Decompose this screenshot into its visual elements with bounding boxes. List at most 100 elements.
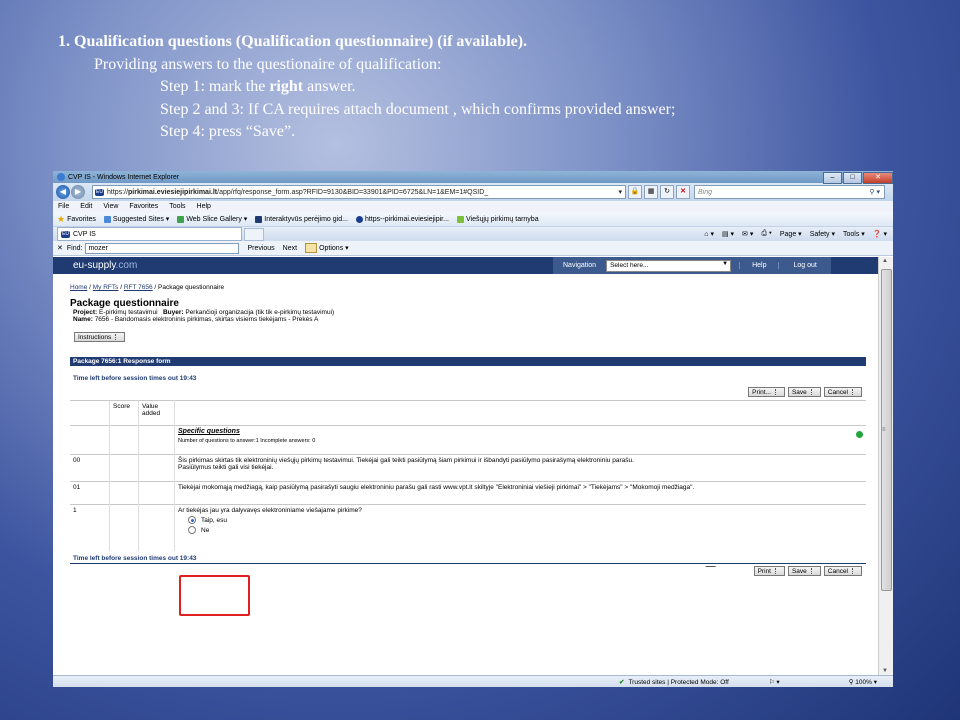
save-button[interactable]: Save bbox=[787, 387, 821, 397]
save-button-bottom[interactable]: Save bbox=[787, 566, 821, 576]
buyer-label: Buyer: bbox=[162, 309, 184, 316]
name-value: 7656 - Bandomasis elektroninis pirkimas,… bbox=[94, 316, 319, 323]
fav-label-4: Viešųjų pirkimų tarnyba bbox=[465, 215, 539, 223]
scroll-down-icon[interactable]: ▼ bbox=[882, 668, 888, 674]
maximize-button[interactable]: □ bbox=[843, 171, 862, 184]
address-dropdown-icon[interactable]: ▾ bbox=[618, 188, 622, 196]
find-options-label: Options ▾ bbox=[319, 244, 349, 252]
divider bbox=[70, 563, 866, 564]
menu-favorites[interactable]: Favorites bbox=[129, 203, 158, 210]
fav-label-2: Interaktyvūs perėjimo gid... bbox=[264, 215, 348, 223]
col-score: Score bbox=[109, 400, 139, 426]
find-label: Find: bbox=[66, 244, 83, 252]
tab-cvp-is[interactable]: EU CVP IS bbox=[57, 227, 242, 241]
step1-pre: Step 1: mark the bbox=[160, 78, 270, 95]
project-value: E-pirkimų testavimui bbox=[99, 309, 158, 316]
slide-step-2-3: Step 2 and 3: If CA requires attach docu… bbox=[160, 100, 676, 118]
logo-main: eu-supply bbox=[73, 260, 116, 271]
tools-menu[interactable]: Tools ▾ bbox=[843, 230, 865, 238]
close-find-icon[interactable]: ✕ bbox=[57, 244, 63, 252]
find-options-button[interactable]: Options ▾ bbox=[305, 243, 349, 253]
name-label: Name: bbox=[73, 316, 93, 323]
find-previous-button[interactable]: Previous bbox=[247, 245, 274, 252]
minimize-button[interactable]: – bbox=[823, 171, 842, 184]
help-icon[interactable]: ❓ ▾ bbox=[873, 230, 887, 238]
address-input[interactable]: EU https://pirkimai.eviesiejipirkimai.lt… bbox=[92, 185, 626, 199]
chevron-down-icon: ▼ bbox=[722, 260, 729, 267]
web-slice-icon bbox=[177, 215, 185, 223]
cancel-button[interactable]: Cancel bbox=[823, 387, 862, 397]
crumb-my-rfts[interactable]: My RFTs bbox=[93, 284, 119, 291]
menu-edit[interactable]: Edit bbox=[80, 203, 92, 210]
crumb-home[interactable]: Home bbox=[70, 284, 87, 291]
col-value-added: Value added bbox=[138, 400, 175, 426]
find-input[interactable]: mozer bbox=[85, 242, 240, 254]
vpt-icon bbox=[456, 215, 464, 223]
security-status: Trusted sites | Protected Mode: Off bbox=[628, 678, 729, 686]
radio-no[interactable] bbox=[188, 526, 196, 534]
zoom-level[interactable]: ⚲ 100% ▾ bbox=[849, 678, 877, 686]
lock-icon[interactable]: 🔒 bbox=[628, 185, 642, 199]
safety-menu[interactable]: Safety ▾ bbox=[810, 230, 835, 238]
help-link[interactable]: Help bbox=[739, 262, 778, 269]
fav-label-1: Web Slice Gallery ▾ bbox=[186, 216, 248, 223]
search-icon[interactable]: ⚲ ▾ bbox=[869, 188, 880, 196]
step1-bold: right bbox=[269, 78, 304, 95]
scroll-up-icon[interactable]: ▲ bbox=[882, 258, 888, 264]
logout-link[interactable]: Log out bbox=[778, 262, 830, 269]
zoom-value: 100% bbox=[855, 679, 872, 686]
eu-icon bbox=[355, 215, 363, 223]
print-button-bottom[interactable]: Print bbox=[753, 566, 785, 576]
home-icon[interactable]: ⌂ ▾ bbox=[704, 230, 714, 238]
menu-tools[interactable]: Tools bbox=[169, 203, 185, 210]
navigation-select[interactable]: Select here... ▼ bbox=[606, 259, 732, 272]
status-bar: ✔ Trusted sites | Protected Mode: Off ⚐ … bbox=[53, 675, 893, 687]
radio-yes[interactable] bbox=[188, 516, 196, 524]
grip-icon bbox=[774, 568, 781, 574]
option-yes-label: Taip, esu bbox=[201, 516, 228, 524]
refresh-icon[interactable]: ↻ bbox=[660, 185, 674, 199]
feeds-icon[interactable]: ▤ ▾ bbox=[722, 230, 734, 238]
questionnaire-table: Score Value added Specific questions Num… bbox=[70, 400, 866, 551]
option-yes[interactable]: Taip, esu bbox=[188, 516, 863, 524]
table-row: 01 Tiekėjai mokomąją medžiagą, kaip pasi… bbox=[70, 481, 866, 505]
close-window-button[interactable]: ✕ bbox=[863, 171, 893, 184]
print-icon[interactable]: ⎙ ▾ bbox=[761, 230, 772, 238]
new-tab-button[interactable] bbox=[244, 227, 264, 241]
search-input[interactable]: Bing ⚲ ▾ bbox=[694, 185, 885, 199]
option-no[interactable]: Ne bbox=[188, 526, 863, 534]
fav-interaktyvus[interactable]: Interaktyvūs perėjimo gid... bbox=[255, 215, 348, 223]
row-text: Šis pirkimas skirtas tik elektroninių vi… bbox=[178, 457, 634, 464]
zone-icon[interactable]: ⚐ ▾ bbox=[769, 678, 780, 686]
vertical-scrollbar[interactable]: ▲ ≡ ▼ bbox=[878, 257, 893, 675]
fav-label-3: https--pirkimai.eviesiejipir... bbox=[364, 215, 449, 223]
crumb-rft[interactable]: RFT 7656 bbox=[124, 284, 153, 291]
navigation-label: Navigation bbox=[563, 262, 597, 269]
table-row: 00 Šis pirkimas skirtas tik elektroninių… bbox=[70, 454, 866, 482]
site-logo[interactable]: eu-supply.com bbox=[53, 260, 553, 271]
menu-view[interactable]: View bbox=[103, 203, 118, 210]
compat-view-icon[interactable]: ▦ bbox=[644, 185, 658, 199]
mail-icon[interactable]: ✉ ▾ bbox=[742, 230, 753, 238]
fav-web-slice[interactable]: Web Slice Gallery ▾ bbox=[177, 215, 247, 223]
specific-questions-heading: Specific questions bbox=[178, 428, 240, 435]
stop-icon[interactable]: ✕ bbox=[676, 185, 690, 199]
fav-vpt[interactable]: Viešųjų pirkimų tarnyba bbox=[456, 215, 539, 223]
window-controls: – □ ✕ bbox=[822, 171, 893, 184]
scroll-grip-icon: ≡ bbox=[882, 427, 886, 433]
fav-suggested-sites[interactable]: Suggested Sites ▾ bbox=[103, 215, 169, 223]
print-button[interactable]: Print... bbox=[748, 387, 785, 397]
forward-button[interactable]: ▶ bbox=[71, 185, 85, 199]
command-bar: ⌂ ▾ ▤ ▾ ✉ ▾ ⎙ ▾ Page ▾ Safety ▾ Tools ▾ … bbox=[696, 230, 893, 238]
tab-favicon-icon: EU bbox=[61, 230, 70, 238]
menu-file[interactable]: File bbox=[58, 203, 69, 210]
back-button[interactable]: ◀ bbox=[56, 185, 70, 199]
favorites-button[interactable]: ★ Favorites bbox=[57, 214, 96, 225]
menu-help[interactable]: Help bbox=[197, 203, 211, 210]
cancel-button-bottom[interactable]: Cancel bbox=[823, 566, 862, 576]
instructions-button[interactable]: Instructions bbox=[74, 332, 126, 342]
find-next-button[interactable]: Next bbox=[283, 245, 297, 252]
page-menu[interactable]: Page ▾ bbox=[780, 230, 802, 238]
fav-pirkimai[interactable]: https--pirkimai.eviesiejipir... bbox=[355, 215, 449, 223]
browser-window: CVP IS - Windows Internet Explorer – □ ✕… bbox=[53, 171, 893, 687]
